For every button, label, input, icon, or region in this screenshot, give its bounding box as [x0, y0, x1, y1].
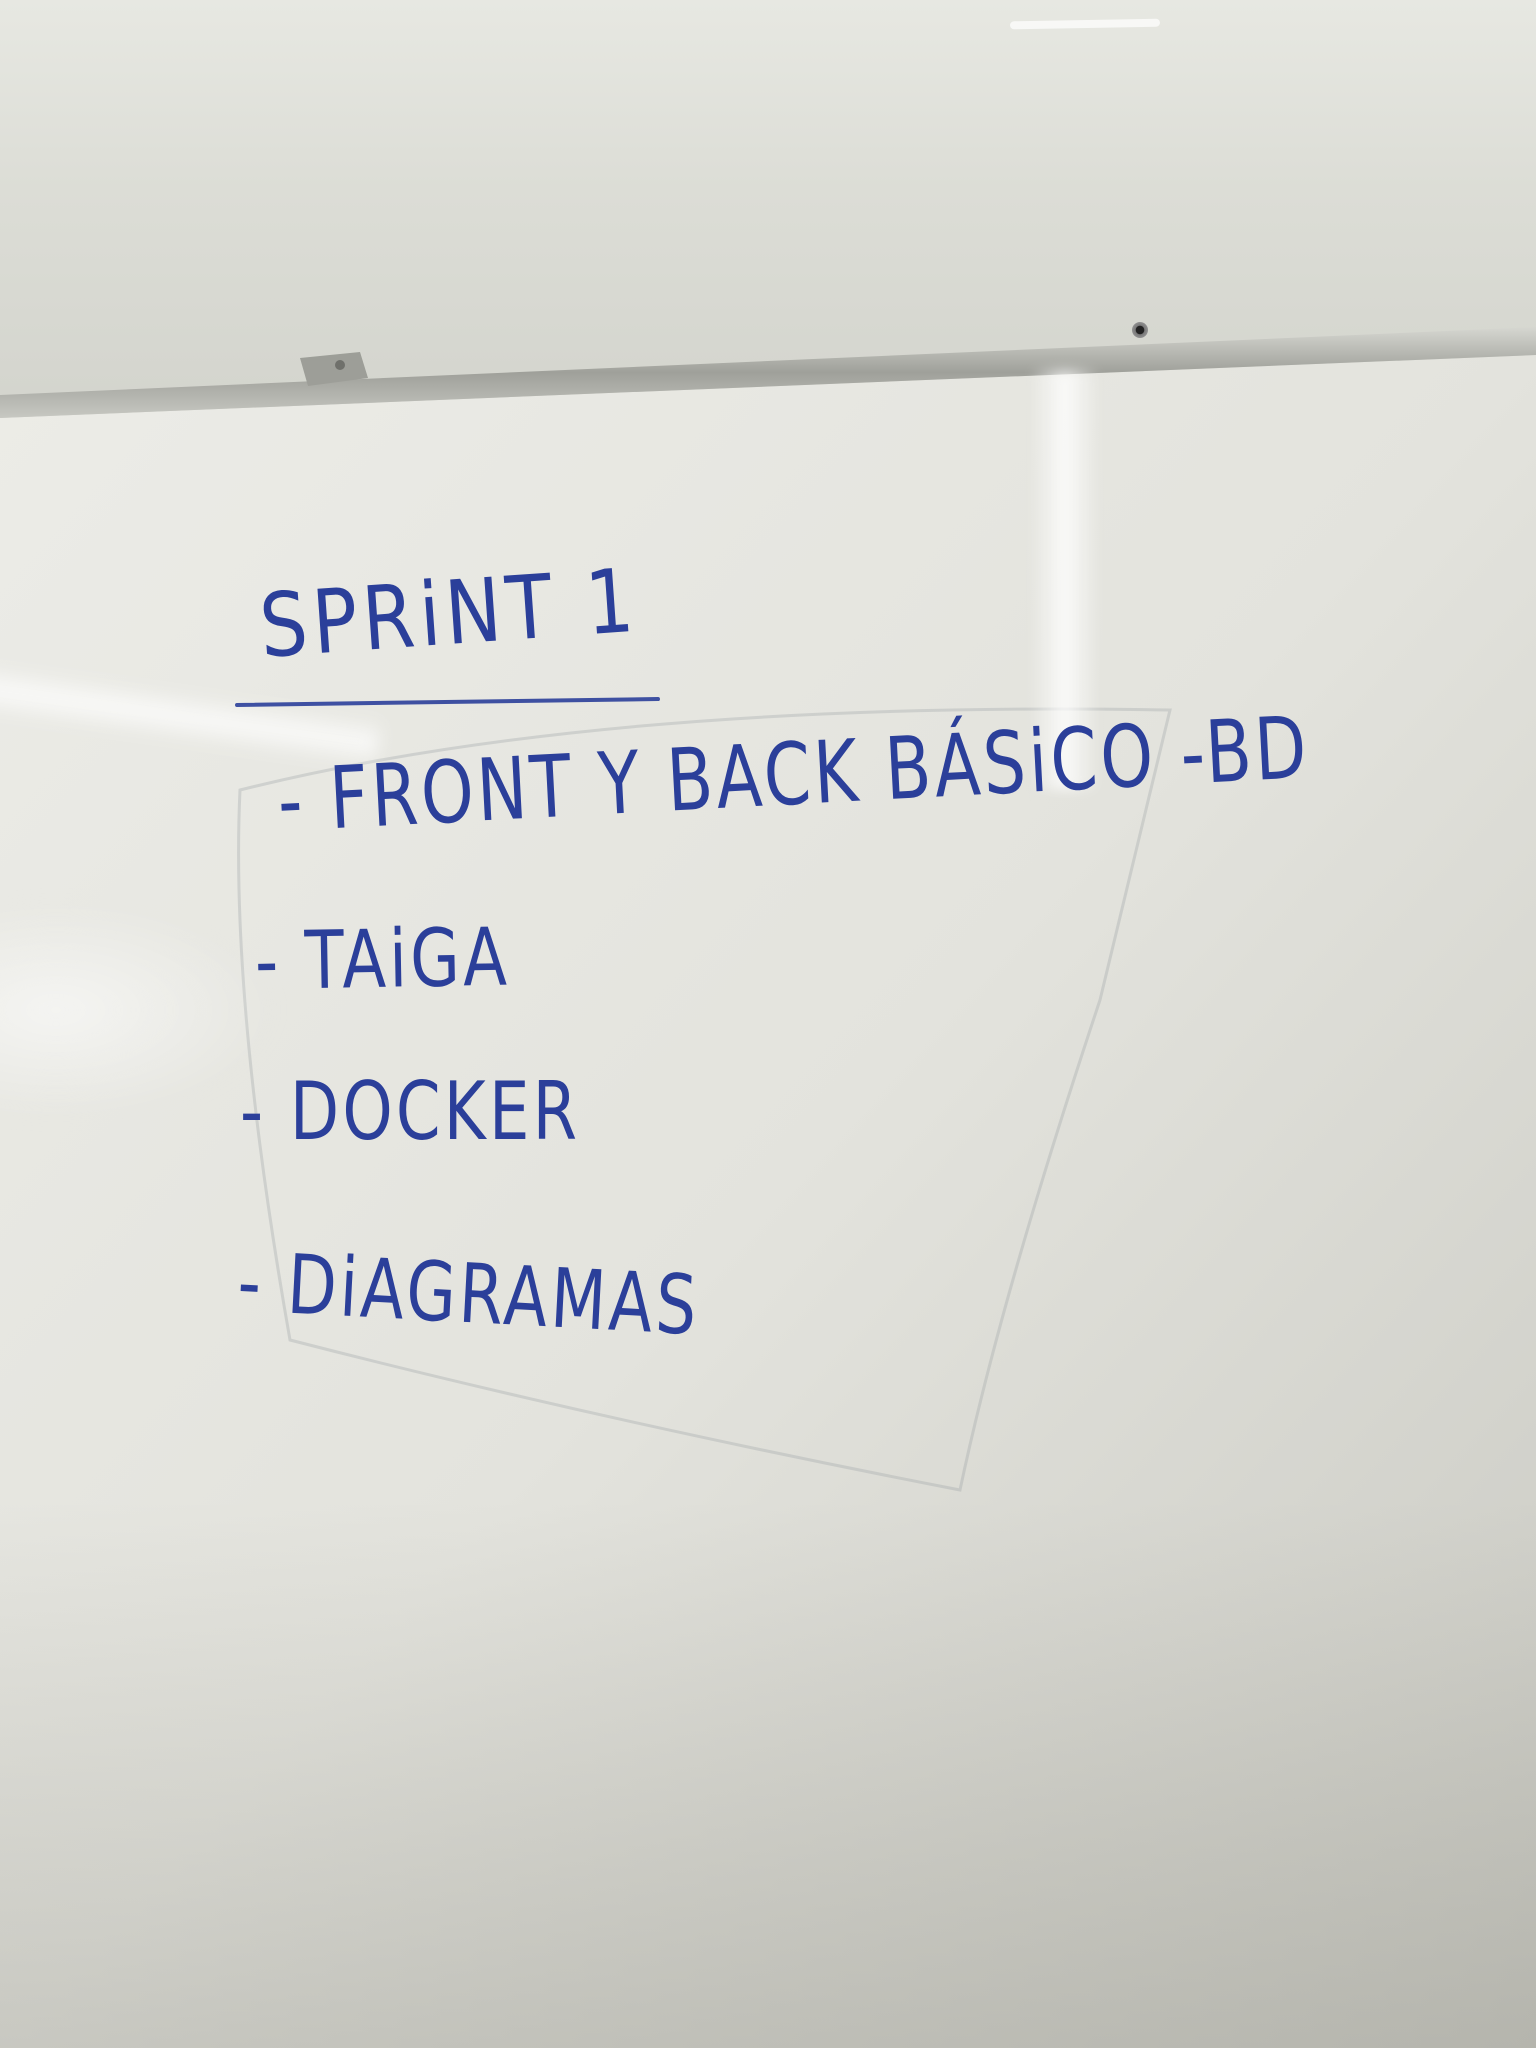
list-item-docker: - DOCKER [240, 1065, 581, 1158]
list-item-taiga: - TAiGA [254, 910, 511, 1008]
whiteboard [0, 0, 1536, 2048]
board-panel [0, 355, 1536, 2048]
whiteboard-surface [0, 327, 1536, 2048]
board-clip-screw-icon [335, 360, 345, 370]
photo-scene: SPRiNT 1 - FRONT Y BACK BÁSiCO -BD - TAi… [0, 0, 1536, 2048]
